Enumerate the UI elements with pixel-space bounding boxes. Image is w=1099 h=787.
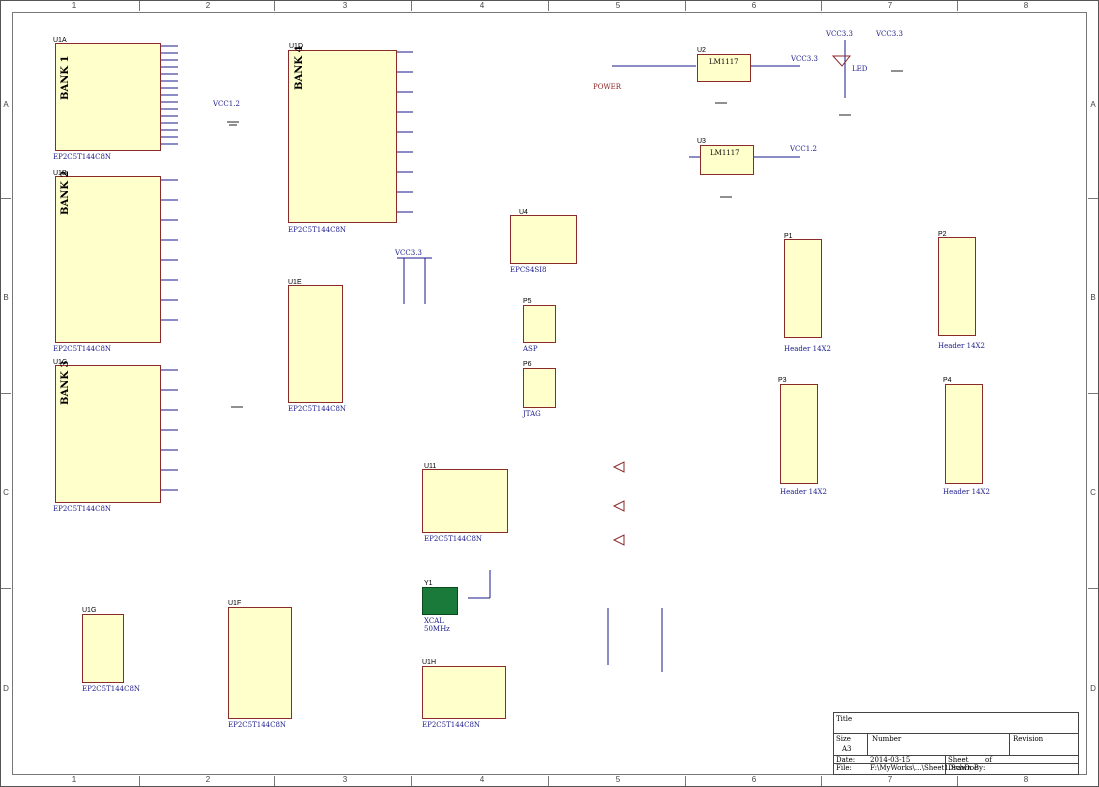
block-ref-y1: Y1 [424, 580, 433, 587]
title-block-divider [1009, 733, 1010, 755]
date-value: 2014-03-15 [870, 756, 911, 764]
size-label: Size [836, 735, 851, 743]
power-connector-label: POWER [593, 83, 622, 91]
part-name: JTAG [523, 410, 541, 418]
part-name: EP2C5T144C8N [53, 153, 112, 161]
date-label: Date: [836, 756, 856, 764]
bank-3-label: BANK 3 [60, 360, 71, 405]
part-name: EP2C5T144C8N [288, 226, 347, 234]
bank-4-label: BANK 4 [294, 45, 305, 90]
vcc33-label: VCC3.3 [876, 30, 903, 38]
vcc33-label: VCC3.3 [791, 55, 818, 63]
fpga-clock-input-block [422, 469, 508, 533]
block-ref-p5: P5 [523, 298, 532, 305]
block-ref-p3: P3 [778, 377, 787, 384]
oscillator-y1 [422, 587, 458, 615]
part-name: EP2C5T144C8N [53, 345, 112, 353]
number-label: Number [872, 735, 902, 743]
fpga-pll-block [422, 666, 506, 719]
part-name: EP2C5T144C8N [228, 721, 287, 729]
fpga-power-block [228, 607, 292, 719]
sheet-of: of [985, 756, 992, 764]
bank-1-label: BANK 1 [60, 55, 71, 100]
block-ref-u1g: U1G [82, 607, 97, 614]
config-flash-block [510, 215, 577, 264]
part-name: Header 14X2 [780, 488, 827, 496]
expansion-header-p2 [938, 237, 976, 336]
led-label: LED [852, 65, 868, 73]
part-name: EP2C5T144C8N [422, 721, 481, 729]
part-name: EP2C5T144C8N [288, 405, 347, 413]
part-name: Header 14X2 [938, 342, 985, 350]
asp-header [523, 305, 556, 343]
part-name: EP2C5T144C8N [53, 505, 112, 513]
block-ref-p4: P4 [943, 377, 952, 384]
vcc12-label: VCC1.2 [790, 145, 817, 153]
vcc33-label: VCC3.3 [395, 249, 422, 257]
part-name: Header 14X2 [943, 488, 990, 496]
part-name: EP2C5T144C8N [82, 685, 141, 693]
block-ref-u2: U2 [697, 47, 706, 54]
size-value: A3 [842, 745, 852, 753]
fpga-config-block [288, 285, 343, 403]
file-label: File: [836, 764, 852, 772]
drawn-by-label: Drawn By: [948, 764, 986, 772]
block-ref-p6: P6 [523, 361, 532, 368]
part-name: EPCS4SI8 [510, 266, 547, 274]
bank-2-label: BANK 2 [60, 170, 71, 215]
revision-label: Revision [1013, 735, 1044, 743]
regulator-part: LM1117 [710, 149, 740, 157]
oscillator-frequency: 50MHz [424, 625, 450, 633]
expansion-header-p4 [945, 384, 983, 484]
part-name: EP2C5T144C8N [424, 535, 483, 543]
title-label: Title [836, 715, 853, 723]
part-name: Header 14X2 [784, 345, 831, 353]
block-ref-u3: U3 [697, 138, 706, 145]
regulator-part: LM1117 [709, 58, 739, 66]
block-ref-u1h: U1H [422, 659, 437, 666]
block-ref-u1f: U1F [228, 600, 242, 607]
vcc33-label: VCC3.3 [826, 30, 853, 38]
title-block-divider [867, 733, 868, 755]
sheet-label: Sheet [948, 756, 969, 764]
part-name: ASP [523, 345, 538, 353]
vcc12-label: VCC1.2 [213, 100, 240, 108]
expansion-header-p1 [784, 239, 822, 338]
jtag-header [523, 368, 556, 408]
fpga-ground-block [82, 614, 124, 683]
expansion-header-p3 [780, 384, 818, 484]
title-block-divider [833, 733, 1079, 734]
oscillator-part: XCAL [424, 617, 444, 625]
